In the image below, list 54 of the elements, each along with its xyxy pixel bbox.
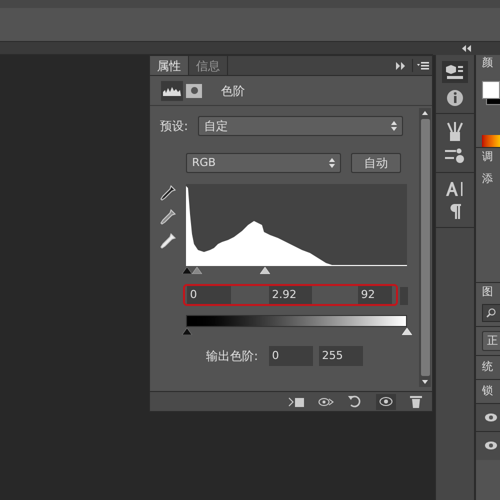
auto-button[interactable]: 自动 xyxy=(351,153,401,173)
panel-tab[interactable]: 调 xyxy=(482,149,500,166)
input-level-field[interactable]: 0 xyxy=(187,286,231,304)
preset-dropdown[interactable]: 自定 xyxy=(198,116,403,136)
paragraph-icon[interactable] xyxy=(449,203,461,219)
eyedropper-icon[interactable] xyxy=(160,233,176,249)
output-levels-label: 输出色阶: xyxy=(206,348,260,365)
lock-label: 锁 xyxy=(482,382,493,399)
panel-tab[interactable]: 图 xyxy=(482,284,500,300)
input-level-field[interactable]: 92 xyxy=(358,286,392,304)
background-color-swatch[interactable] xyxy=(486,99,500,105)
levels-icon[interactable] xyxy=(161,80,183,100)
adjustment-title: 色阶 xyxy=(221,82,245,100)
preset-label: 预设: xyxy=(160,118,190,135)
reset-icon[interactable] xyxy=(348,395,362,408)
shadow-slider-icon[interactable] xyxy=(182,267,192,274)
output-level-field[interactable]: 0 xyxy=(269,346,313,366)
clip-to-layer-icon[interactable] xyxy=(288,396,304,408)
brushes-icon[interactable] xyxy=(446,122,464,142)
spinner-icon xyxy=(329,158,335,168)
channel-dropdown[interactable]: RGB xyxy=(186,153,341,173)
visibility-button[interactable] xyxy=(376,394,396,410)
expand-icon[interactable] xyxy=(396,62,406,70)
eyedropper-icon[interactable] xyxy=(160,185,176,201)
properties-icon[interactable] xyxy=(442,61,468,83)
blend-mode-dropdown[interactable]: 正 xyxy=(482,330,500,350)
scroll-down-icon[interactable] xyxy=(422,380,428,384)
spinner-icon xyxy=(391,121,397,131)
output-highlight-slider-icon[interactable] xyxy=(402,328,412,335)
menu-icon[interactable] xyxy=(417,62,429,70)
visibility-icon[interactable] xyxy=(484,412,498,422)
brush-presets-icon[interactable] xyxy=(445,148,465,164)
character-icon[interactable] xyxy=(446,181,464,197)
panel-tab[interactable]: 属性 xyxy=(150,56,189,75)
scroll-thumb[interactable] xyxy=(420,119,430,376)
collapse-icon[interactable] xyxy=(462,45,471,52)
eye-arrow-icon[interactable] xyxy=(318,396,334,408)
output-shadow-slider-icon[interactable] xyxy=(182,328,192,335)
search-icon xyxy=(486,308,496,318)
foreground-color-swatch[interactable] xyxy=(482,81,500,99)
hint-text: 添 xyxy=(482,170,494,186)
color-ramp[interactable] xyxy=(482,134,500,147)
search-field[interactable] xyxy=(482,304,500,322)
visibility-icon[interactable] xyxy=(484,441,498,450)
scroll-up-icon[interactable] xyxy=(422,111,428,115)
trash-icon[interactable] xyxy=(410,395,422,408)
eyedropper-icon[interactable] xyxy=(160,209,176,225)
input-level-field[interactable]: 2.92 xyxy=(269,286,312,304)
scrollbar[interactable] xyxy=(419,108,431,387)
info-icon[interactable] xyxy=(446,89,464,107)
panel-tab[interactable]: 颜 xyxy=(482,55,493,72)
output-level-field[interactable]: 255 xyxy=(319,346,363,366)
unify-label: 统 xyxy=(482,358,493,375)
mask-icon[interactable] xyxy=(186,84,202,98)
